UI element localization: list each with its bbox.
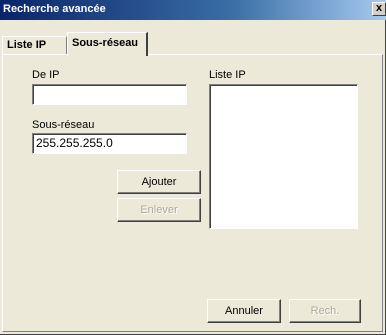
add-button[interactable]: Ajouter — [117, 170, 201, 194]
close-button[interactable]: x — [372, 2, 386, 16]
window-title: Recherche avancée — [3, 3, 106, 15]
subnet-input[interactable]: 255.255.255.0 — [32, 133, 187, 154]
ip-list-label: Liste IP — [209, 69, 246, 81]
from-ip-label: De IP — [32, 69, 60, 81]
advanced-search-dialog: Recherche avancée x Liste IP Sous-réseau… — [0, 0, 386, 335]
cancel-button[interactable]: Annuler — [207, 299, 281, 323]
ip-list-box[interactable] — [209, 84, 358, 229]
subnet-label: Sous-réseau — [32, 119, 95, 131]
tab-subnet[interactable]: Sous-réseau — [67, 32, 148, 56]
subnet-tab-panel: De IP Sous-réseau 255.255.255.0 Liste IP… — [2, 54, 383, 332]
tab-ip-list[interactable]: Liste IP — [2, 36, 67, 54]
tab-subnet-label: Sous-réseau — [72, 37, 139, 49]
tab-ip-list-label: Liste IP — [7, 39, 47, 51]
title-bar[interactable]: Recherche avancée x — [0, 0, 386, 20]
close-icon: x — [375, 2, 383, 14]
remove-button[interactable]: Enlever — [117, 198, 201, 222]
search-button[interactable]: Rech. — [289, 299, 361, 323]
from-ip-input[interactable] — [32, 84, 187, 105]
